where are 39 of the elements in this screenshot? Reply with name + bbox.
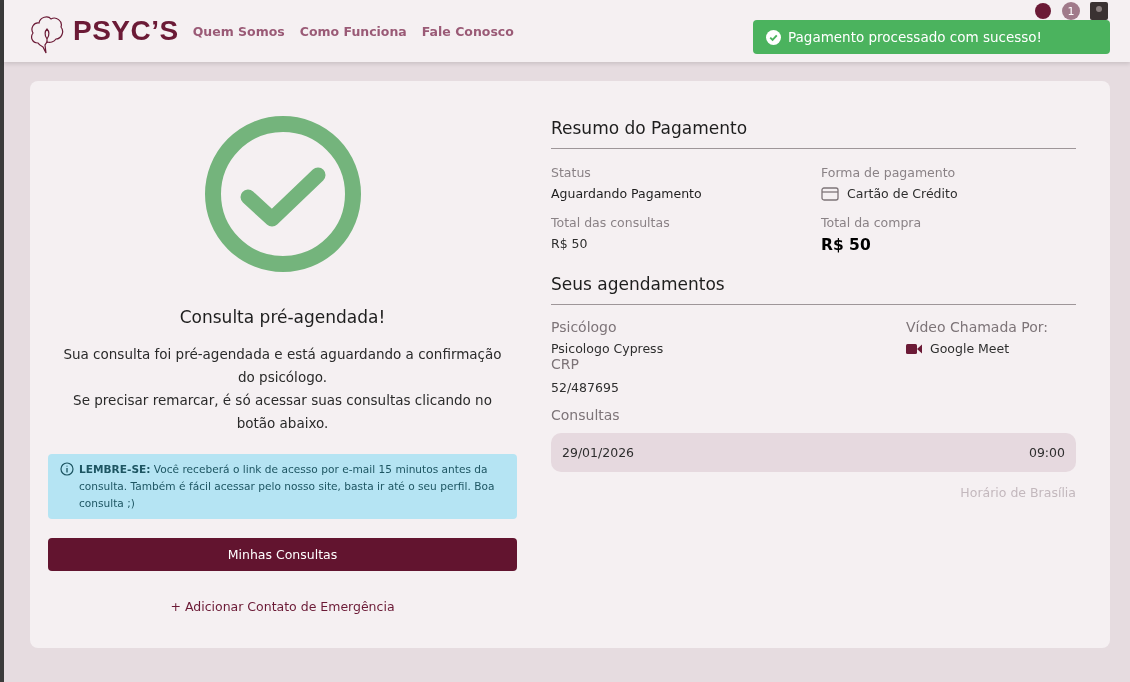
payment-method: Cartão de Crédito — [847, 186, 958, 201]
nav-link[interactable]: Como Funciona — [299, 23, 407, 39]
add-emergency-contact-link[interactable]: + Adicionar Contato de Emergência — [170, 599, 395, 614]
confirmation-message: Sua consulta foi pré-agendada e está aguardando a confirmação do psicólogo. — [62, 345, 503, 387]
check-circle-icon — [203, 115, 362, 273]
nav-link[interactable]: Fale Conosco — [421, 23, 514, 39]
toast-message: Pagamento processado com sucesso! — [788, 29, 1042, 45]
timezone-note: Horário de Brasília — [960, 485, 1076, 500]
field-label: Total das consultas — [551, 215, 671, 230]
info-icon — [60, 462, 74, 476]
video-platform: Google Meet — [930, 341, 1010, 356]
status-value: Aguardando Pagamento — [551, 186, 703, 201]
video-camera-icon — [906, 342, 922, 355]
section-title: Seus agendamentos — [551, 274, 1076, 305]
credit-card-icon — [821, 186, 839, 201]
field-label: Total da compra — [821, 215, 923, 230]
crp-value: 52/487695 — [551, 380, 620, 395]
nav-link[interactable]: Quem Somos — [192, 23, 285, 39]
avatar-icon[interactable] — [1090, 2, 1108, 20]
field-label: Consultas — [551, 407, 621, 423]
brain-logo-icon — [30, 13, 64, 55]
field-label: Status — [551, 165, 592, 180]
my-appointments-button[interactable]: Minhas Consultas — [48, 538, 517, 571]
subtotal-value: R$ 50 — [551, 236, 589, 251]
session-date: 29/01/2026 — [562, 445, 635, 460]
brand-name[interactable]: PSYC’S — [73, 15, 179, 47]
field-label: Vídeo Chamada Por: — [906, 319, 1050, 335]
total-value: R$ 50 — [821, 236, 872, 254]
field-label: Forma de pagamento — [821, 165, 957, 180]
field-label: CRP — [551, 356, 580, 372]
psychologist-name: Psicologo Cypress — [551, 341, 664, 356]
reminder-text: LEMBRE-SE: Você receberá o link de acesso por e-mail 15 minutos antes da consulta. Também é fácil acessar pelo nosso site, basta ir até o seu perfil. Boa consulta ;) — [79, 462, 496, 511]
notification-badge: 1 — [1062, 2, 1080, 20]
session-time: 09:00 — [1028, 445, 1065, 460]
confirmation-title: Consulta pré-agendada! — [179, 307, 386, 327]
confirmation-message: Se precisar remarcar, é só acessar suas consultas clicando no botão abaixo. — [72, 391, 493, 433]
check-circle-icon — [766, 29, 781, 45]
section-title: Resumo do Pagamento — [551, 118, 1076, 149]
field-label: Psicólogo — [551, 319, 618, 335]
